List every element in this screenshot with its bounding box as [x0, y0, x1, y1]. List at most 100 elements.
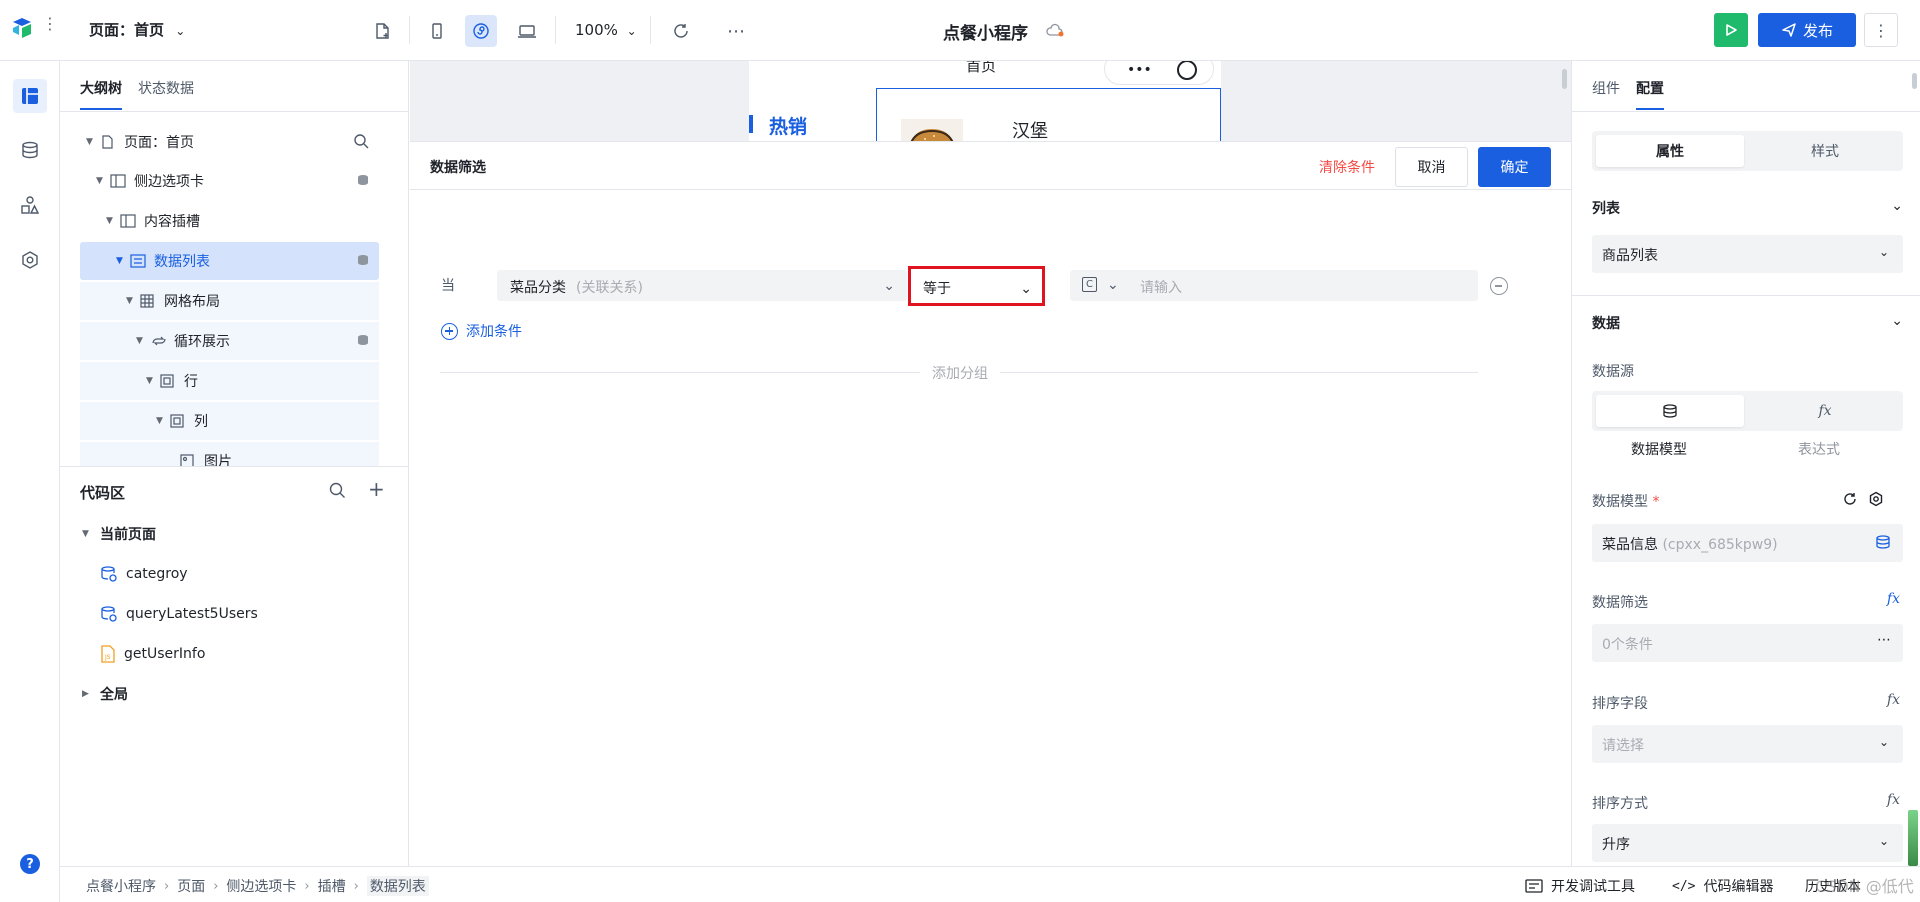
database-icon[interactable] — [13, 133, 47, 167]
settings-icon[interactable] — [13, 243, 47, 277]
sort-order-select[interactable]: 升序 ⌄ — [1592, 824, 1903, 862]
data-filter-field[interactable]: 0个条件 ⋯ — [1592, 624, 1903, 662]
page-selector[interactable]: 页面：首页 ⌄ — [89, 19, 185, 40]
layout-icon — [120, 214, 138, 228]
tree-node-row[interactable]: ▼ 行 — [80, 362, 379, 400]
fx-icon[interactable]: fx — [1887, 792, 1900, 808]
code-icon: </> — [1672, 878, 1696, 894]
clear-conditions-link[interactable]: 清除条件 — [1319, 157, 1375, 177]
code-group-global[interactable]: ▶ 全局 — [82, 682, 128, 706]
confirm-button[interactable]: 确定 — [1478, 147, 1551, 187]
prop-style-switch: 属性 样式 — [1592, 131, 1903, 171]
tree-node-content-slot[interactable]: ▼ 内容插槽 — [80, 202, 379, 240]
canvas-scrollbar[interactable] — [1562, 69, 1567, 89]
chevron-right-icon: › — [213, 878, 219, 894]
zoom-select[interactable]: 100% ⌄ — [575, 21, 637, 39]
breadcrumb-item[interactable]: 插槽 — [318, 876, 346, 896]
tab-components[interactable]: 组件 — [1592, 78, 1620, 110]
run-button[interactable] — [1714, 13, 1748, 47]
add-condition-button[interactable]: 添加条件 — [441, 321, 522, 341]
caret-down-icon: ▼ — [116, 256, 123, 266]
chevron-right-icon: › — [164, 878, 170, 894]
more-dots-icon[interactable]: ⋯ — [1877, 632, 1891, 648]
fx-icon[interactable]: fx — [1887, 692, 1900, 708]
cancel-button[interactable]: 取消 — [1395, 147, 1468, 187]
value-input[interactable]: C ⌄ 请输入 — [1070, 270, 1478, 301]
refresh-icon[interactable] — [665, 15, 697, 47]
tab-config[interactable]: 配置 — [1636, 78, 1664, 110]
mobile-view-icon[interactable] — [421, 15, 453, 47]
tree-node-column[interactable]: ▼ 列 — [80, 402, 379, 440]
more-options-icon[interactable]: ⋯ — [720, 15, 752, 47]
chevron-down-icon[interactable]: ⌄ — [1107, 277, 1119, 293]
caret-down-icon: ▼ — [86, 137, 93, 147]
operator-select[interactable]: 等于 ⌄ — [908, 266, 1045, 306]
more-menu-button[interactable]: ⋮ — [1864, 13, 1898, 47]
search-icon[interactable] — [328, 481, 346, 503]
app-logo-icon[interactable] — [10, 16, 34, 40]
sort-field-select[interactable]: 请选择 ⌄ — [1592, 725, 1903, 763]
burger-image — [901, 119, 963, 141]
search-icon[interactable] — [353, 133, 369, 153]
left-rail — [0, 61, 60, 902]
tree-label: 侧边选项卡 — [134, 174, 204, 190]
tree-node-side-tabs[interactable]: ▼ 侧边选项卡 — [80, 162, 379, 200]
data-section-header[interactable]: 数据 ⌄ — [1592, 313, 1903, 333]
code-group-current-page[interactable]: ▼ 当前页面 — [82, 522, 156, 546]
tree-label: 数据列表 — [154, 254, 210, 270]
outline-icon[interactable] — [13, 79, 47, 113]
components-icon[interactable] — [13, 188, 47, 222]
breadcrumb-item[interactable]: 点餐小程序 — [86, 876, 156, 896]
product-card[interactable]: 汉堡 — [876, 88, 1221, 141]
tab-outline-tree[interactable]: 大纲树 — [80, 78, 122, 110]
constant-type-icon[interactable]: C — [1082, 277, 1097, 292]
chevron-right-icon: › — [353, 878, 359, 894]
remove-condition-icon[interactable] — [1490, 277, 1508, 295]
side-widget — [1908, 810, 1918, 866]
tree-node-data-list[interactable]: ▼ 数据列表 — [80, 242, 379, 280]
model-id: (cpxx_685kpw9) — [1662, 537, 1778, 553]
model-label-text: 数据模型 — [1592, 494, 1648, 510]
breadcrumb-item[interactable]: 页面 — [177, 876, 205, 896]
miniprogram-view-icon[interactable] — [465, 15, 497, 47]
tree-node-image[interactable]: 图片 — [80, 442, 379, 466]
code-item[interactable]: JS getUserInfo — [100, 642, 205, 666]
publish-button[interactable]: 发布 — [1758, 13, 1856, 47]
tree-node-page[interactable]: ▼ 页面：首页 — [80, 123, 379, 161]
help-icon[interactable]: ? — [20, 854, 40, 874]
list-component-select[interactable]: 商品列表 ⌄ — [1592, 235, 1903, 273]
datasource-model-option[interactable] — [1596, 395, 1744, 427]
breadcrumb-item[interactable]: 侧边选项卡 — [226, 876, 296, 896]
code-item[interactable]: categroy — [100, 562, 188, 586]
datasource-expression-option[interactable]: fx — [1751, 395, 1899, 427]
add-group-button[interactable]: 添加分组 — [920, 363, 1000, 383]
database-badge-icon — [357, 334, 369, 349]
sort-order-value: 升序 — [1602, 837, 1630, 853]
code-item[interactable]: queryLatest5Users — [100, 602, 258, 626]
desktop-view-icon[interactable] — [511, 15, 543, 47]
add-circle-icon — [441, 322, 458, 340]
breadcrumb-item[interactable]: 数据列表 — [366, 876, 429, 896]
condition-when-label: 当 — [441, 278, 455, 294]
refresh-icon[interactable] — [1842, 491, 1858, 511]
category-hot-label[interactable]: 热销 — [769, 112, 807, 139]
chevron-down-icon: ⌄ — [1891, 198, 1903, 214]
field-select[interactable]: 菜品分类 (关联关系) ⌄ — [497, 270, 907, 301]
tab-properties[interactable]: 属性 — [1596, 135, 1744, 167]
tab-state-data[interactable]: 状态数据 — [138, 78, 194, 110]
tree-node-loop-display[interactable]: ▼ 循环展示 — [80, 322, 379, 360]
devtools-button[interactable]: 开发调试工具 — [1525, 876, 1635, 896]
list-section-header[interactable]: 列表 ⌄ — [1592, 198, 1903, 218]
add-page-icon[interactable] — [366, 15, 398, 47]
add-icon[interactable]: + — [368, 477, 385, 501]
data-model-select[interactable]: 菜品信息 (cpxx_685kpw9) — [1592, 524, 1903, 562]
config-scrollbar[interactable] — [1912, 73, 1917, 89]
tree-node-grid-layout[interactable]: ▼ 网格布局 — [80, 282, 379, 320]
tree-label: 列 — [194, 414, 208, 430]
phone-preview: 首页 ••• 热销 汉堡 — [749, 61, 1221, 141]
settings-icon[interactable] — [1868, 491, 1884, 511]
app-menu-icon[interactable]: ⋮ — [42, 14, 58, 33]
code-editor-button[interactable]: </> 代码编辑器 — [1672, 876, 1773, 896]
fx-icon[interactable]: fx — [1887, 591, 1900, 607]
tab-style[interactable]: 样式 — [1751, 135, 1899, 167]
